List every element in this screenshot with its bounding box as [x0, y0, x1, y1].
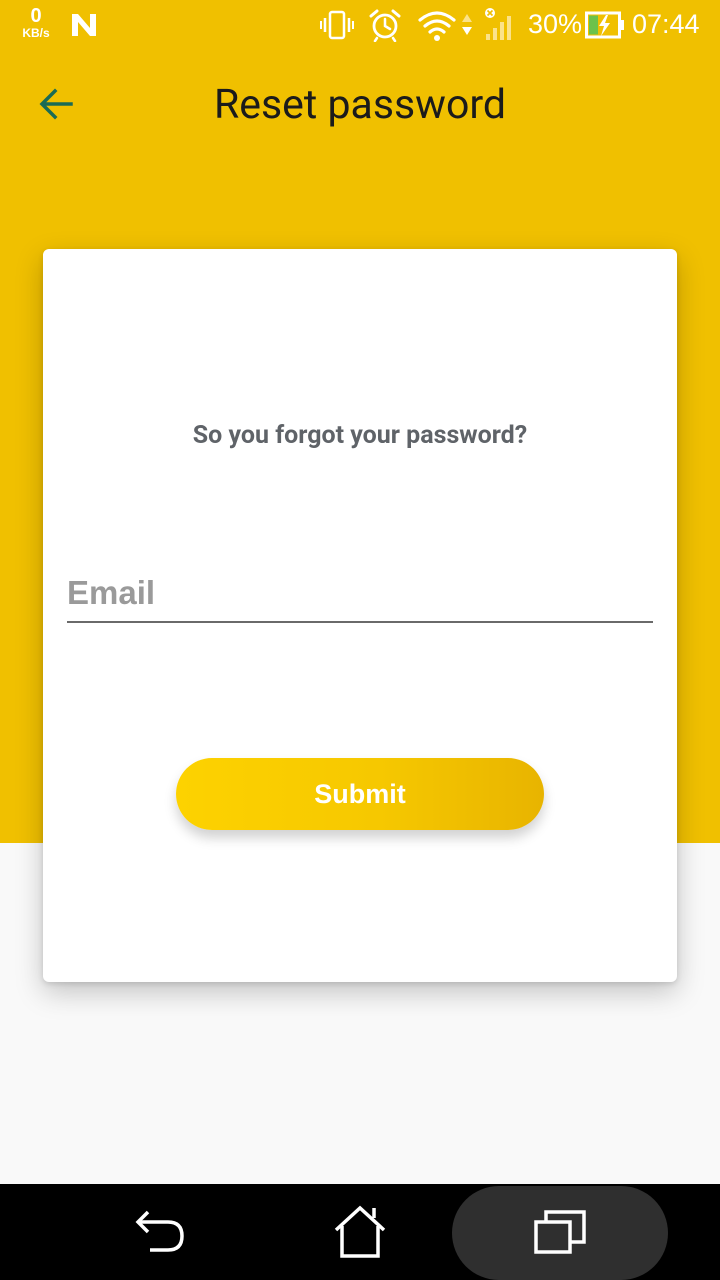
email-field[interactable] [67, 565, 653, 623]
recent-apps-icon[interactable] [530, 1208, 590, 1258]
back-icon[interactable] [130, 1206, 190, 1258]
home-icon[interactable] [330, 1202, 390, 1262]
alarm-icon [369, 9, 401, 42]
network-speed: 0 KB/s [18, 6, 54, 39]
wifi-icon [418, 11, 472, 41]
page-title: Reset password [214, 81, 506, 129]
battery-icon [585, 11, 624, 39]
vibrate-icon [320, 10, 354, 40]
signal-icon [485, 8, 511, 40]
reset-password-card: So you forgot your password? Submit [43, 249, 677, 982]
submit-button[interactable]: Submit [176, 758, 544, 830]
battery-percent: 30% [528, 9, 583, 39]
network-speed-unit: KB/s [22, 26, 50, 40]
clock: 07:44 [632, 9, 700, 39]
card-subtitle: So you forgot your password? [192, 421, 528, 450]
n-icon [72, 14, 96, 36]
network-speed-value: 0 [30, 5, 42, 27]
status-bar: 0 KB/s 30% 07:44 [0, 0, 720, 50]
